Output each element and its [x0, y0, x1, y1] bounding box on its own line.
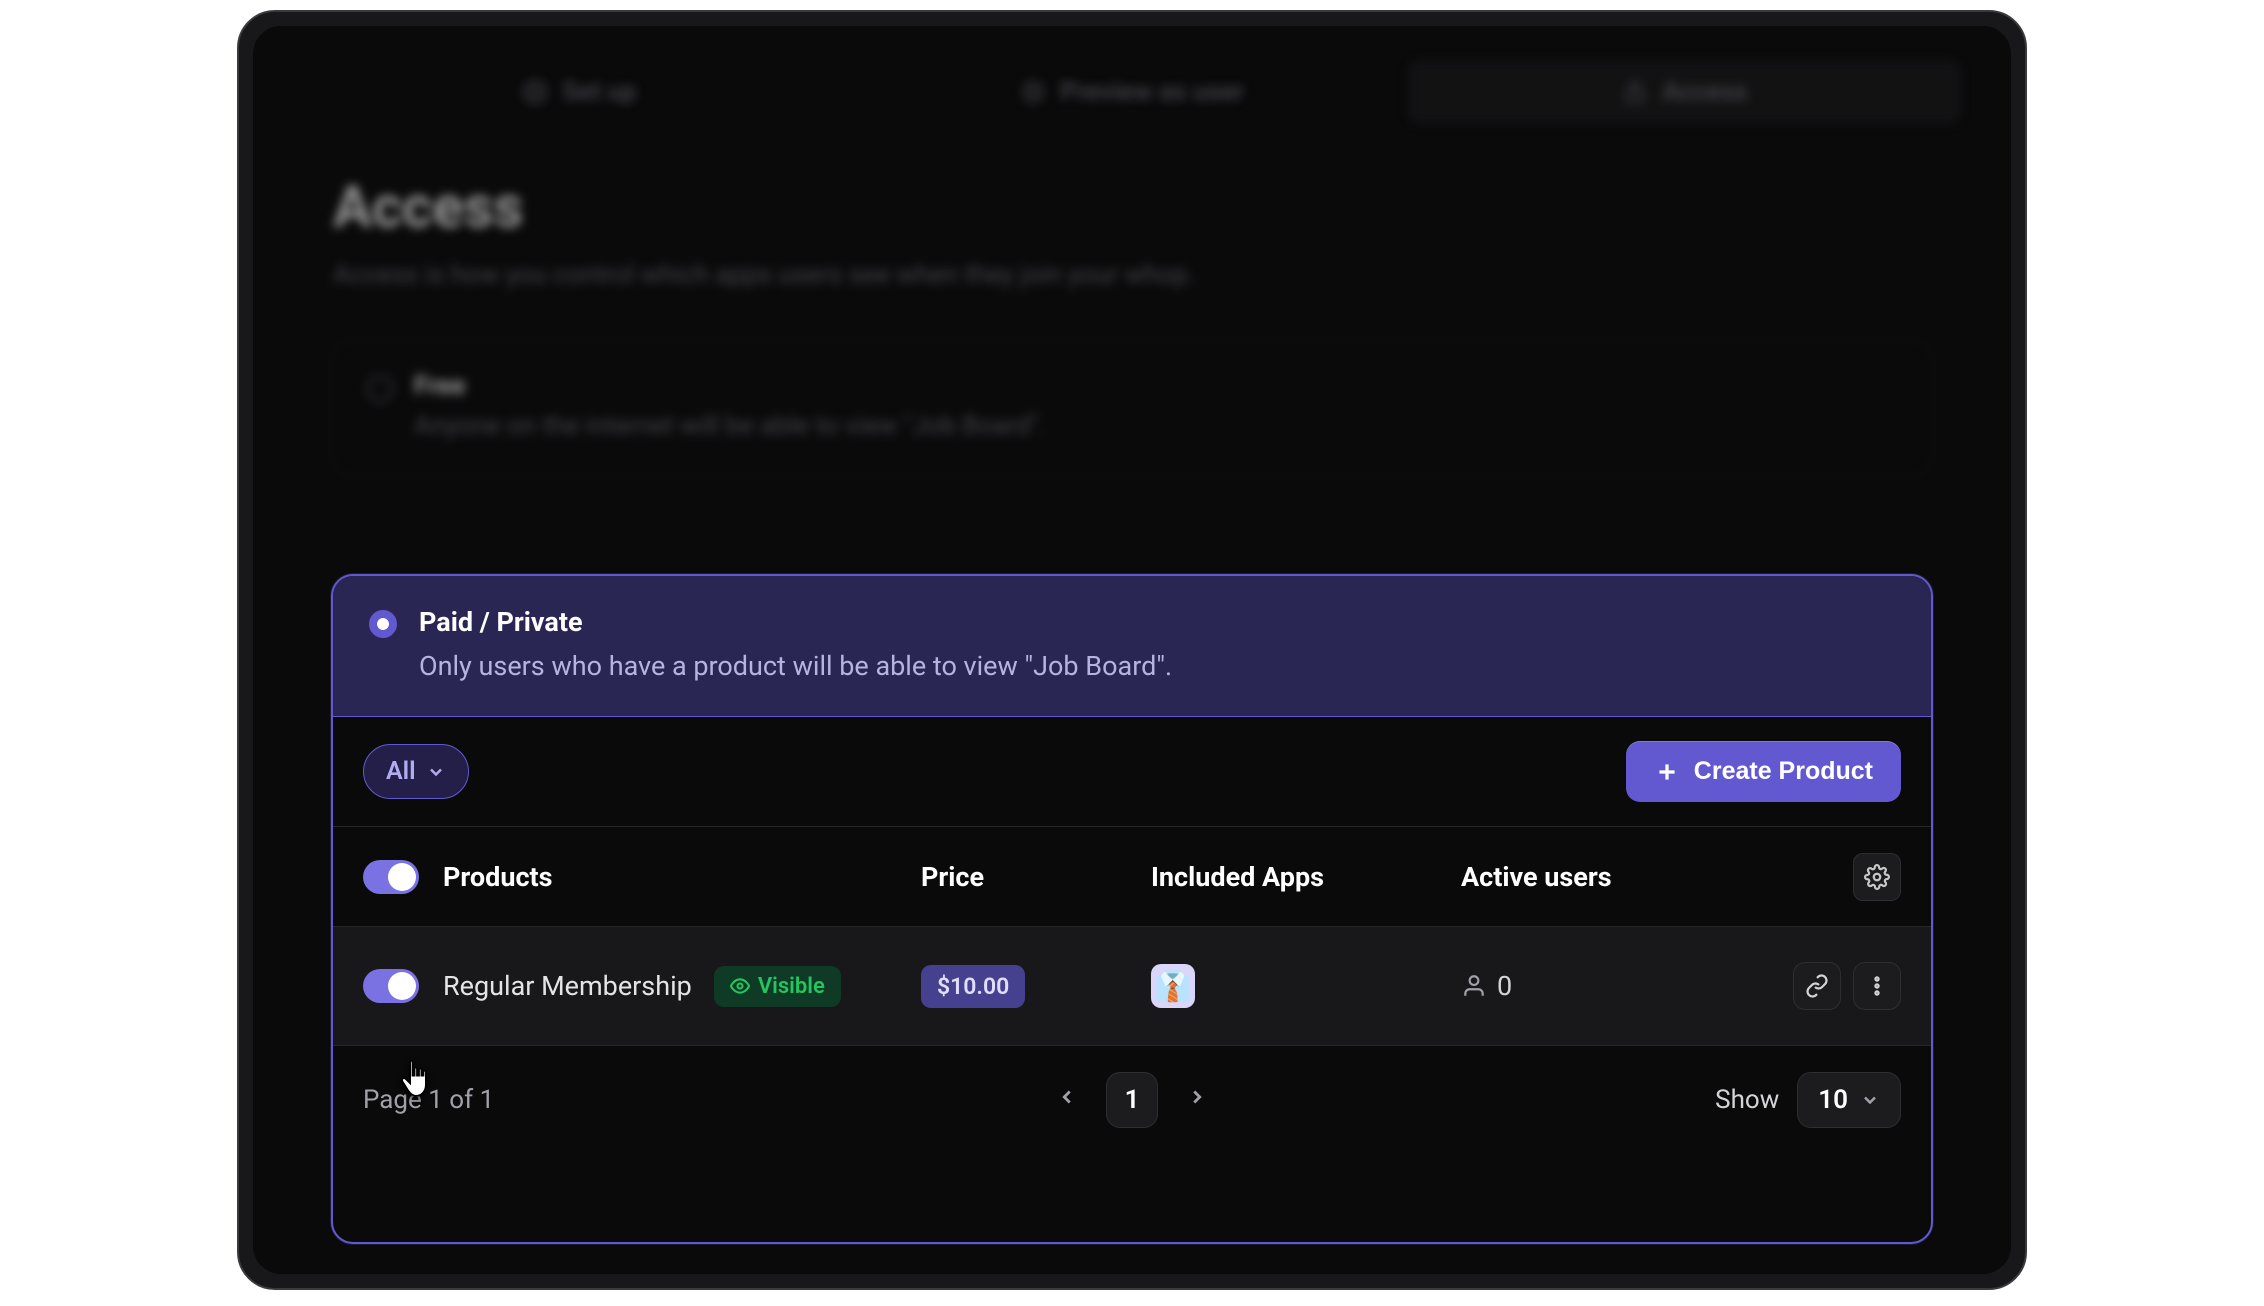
target-icon — [1020, 79, 1046, 105]
option-free-title: Free — [414, 371, 1046, 401]
price-pill: $10.00 — [921, 965, 1025, 1008]
window-frame: Set up Preview as user Access Access Acc… — [237, 10, 2027, 1290]
gear-icon — [1864, 864, 1890, 890]
user-icon — [1461, 973, 1487, 999]
next-page-button[interactable] — [1176, 1085, 1218, 1115]
tab-preview-label: Preview as user — [1060, 77, 1244, 107]
table-header: Products Price Included Apps Active user… — [333, 826, 1931, 926]
visibility-label: Visible — [758, 974, 825, 999]
radio-checked-icon — [369, 610, 397, 638]
option-paid-title: Paid / Private — [419, 606, 1172, 638]
current-page[interactable]: 1 — [1106, 1072, 1158, 1128]
option-paid-card: Paid / Private Only users who have a pro… — [331, 574, 1933, 1244]
column-settings-button[interactable] — [1853, 853, 1901, 901]
chevron-down-icon — [1860, 1090, 1880, 1110]
tab-access[interactable]: Access — [1408, 60, 1961, 124]
table-row: Regular Membership Visible $10.00 👔 — [333, 926, 1931, 1046]
page-controls: 1 — [1046, 1072, 1218, 1128]
page-title: Access — [333, 174, 1931, 242]
col-users: Active users — [1461, 861, 1771, 893]
tab-setup-label: Set up — [562, 77, 636, 107]
link-icon — [1805, 974, 1829, 998]
background-blurred: Set up Preview as user Access Access Acc… — [253, 26, 2011, 476]
option-paid-desc: Only users who have a product will be ab… — [419, 650, 1172, 682]
cell-apps: 👔 — [1151, 964, 1461, 1008]
cell-product: Regular Membership Visible — [443, 966, 921, 1007]
product-name: Regular Membership — [443, 970, 692, 1002]
toggle-product[interactable] — [363, 969, 419, 1003]
cell-price: $10.00 — [921, 965, 1151, 1008]
cursor-pointer-icon — [400, 1058, 436, 1098]
plus-icon — [1654, 759, 1680, 785]
more-vertical-icon — [1865, 974, 1889, 998]
tab-access-label: Access — [1662, 77, 1747, 107]
row-menu-button[interactable] — [1853, 962, 1901, 1010]
tab-preview[interactable]: Preview as user — [856, 60, 1409, 124]
col-price: Price — [921, 861, 1151, 893]
row-actions — [1771, 962, 1901, 1010]
chevron-left-icon — [1056, 1086, 1078, 1108]
toggle-all[interactable] — [363, 860, 419, 894]
tab-setup[interactable]: Set up — [303, 60, 856, 124]
create-product-button[interactable]: Create Product — [1626, 741, 1901, 802]
products-toolbar: All Create Product — [333, 717, 1931, 826]
create-product-label: Create Product — [1694, 757, 1873, 786]
page-size-select[interactable]: 10 — [1797, 1072, 1901, 1128]
eye-icon — [730, 976, 750, 996]
page-subtitle: Access is how you control which apps use… — [333, 260, 1931, 290]
chevron-right-icon — [1186, 1086, 1208, 1108]
app-icon: 👔 — [1151, 964, 1195, 1008]
tabs: Set up Preview as user Access — [303, 50, 1961, 124]
lock-icon — [1622, 79, 1648, 105]
pagination: Page 1 of 1 1 Show 10 — [333, 1046, 1931, 1154]
gear-icon — [522, 79, 548, 105]
copy-link-button[interactable] — [1793, 962, 1841, 1010]
option-free-desc: Anyone on the internet will be able to v… — [414, 411, 1046, 441]
filter-dropdown[interactable]: All — [363, 744, 469, 799]
filter-label: All — [386, 757, 416, 786]
visibility-badge: Visible — [714, 966, 841, 1007]
page-size: Show 10 — [1715, 1072, 1901, 1128]
option-paid[interactable]: Paid / Private Only users who have a pro… — [333, 576, 1931, 717]
option-free[interactable]: Free Anyone on the internet will be able… — [331, 340, 1933, 476]
page-header: Access Access is how you control which a… — [303, 124, 1961, 300]
active-users-value: 0 — [1497, 970, 1512, 1002]
cell-users: 0 — [1461, 970, 1771, 1002]
page-size-value: 10 — [1818, 1085, 1848, 1115]
col-apps: Included Apps — [1151, 861, 1461, 893]
chevron-down-icon — [426, 762, 446, 782]
window-content: Set up Preview as user Access Access Acc… — [253, 26, 2011, 1274]
col-products: Products — [443, 861, 921, 893]
page-size-label: Show — [1715, 1085, 1779, 1115]
prev-page-button[interactable] — [1046, 1085, 1088, 1115]
radio-unchecked-icon — [366, 375, 394, 403]
